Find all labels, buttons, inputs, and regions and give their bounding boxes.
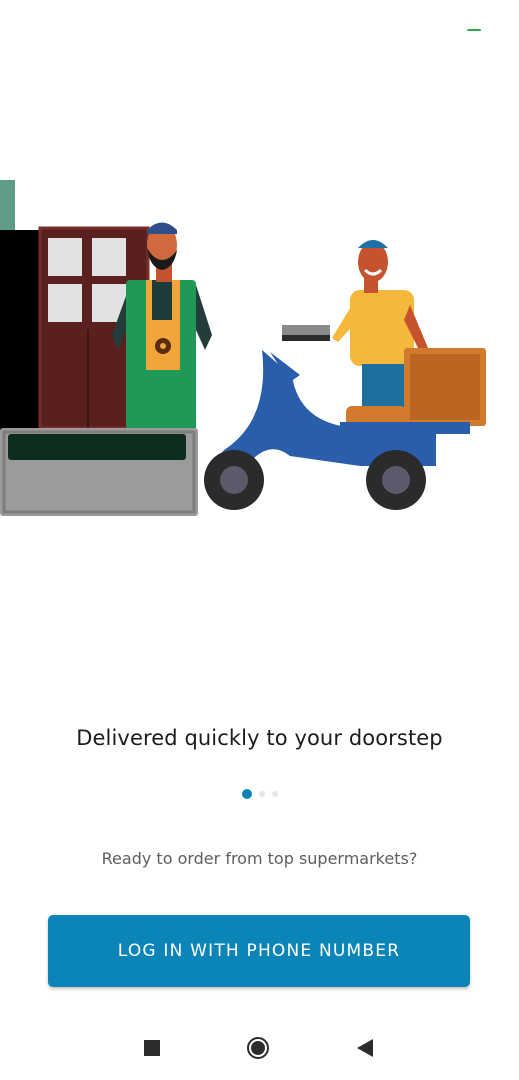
- pager-dots: [0, 789, 519, 799]
- pager-dot[interactable]: [258, 791, 265, 797]
- back-triangle-icon[interactable]: [357, 1039, 373, 1057]
- android-navbar: [0, 1025, 519, 1070]
- pager-dot-active[interactable]: [241, 789, 252, 799]
- pager-dot[interactable]: [271, 791, 278, 797]
- minimize-dash-icon: [467, 29, 481, 31]
- home-circle-icon[interactable]: [247, 1037, 269, 1059]
- login-phone-button[interactable]: LOG IN WITH PHONE NUMBER: [48, 915, 470, 987]
- delivery-illustration: [0, 170, 519, 530]
- onboarding-headline: Delivered quickly to your doorstep: [76, 726, 443, 750]
- onboarding-subtext: Ready to order from top supermarkets?: [101, 849, 418, 868]
- recents-square-icon[interactable]: [144, 1040, 160, 1056]
